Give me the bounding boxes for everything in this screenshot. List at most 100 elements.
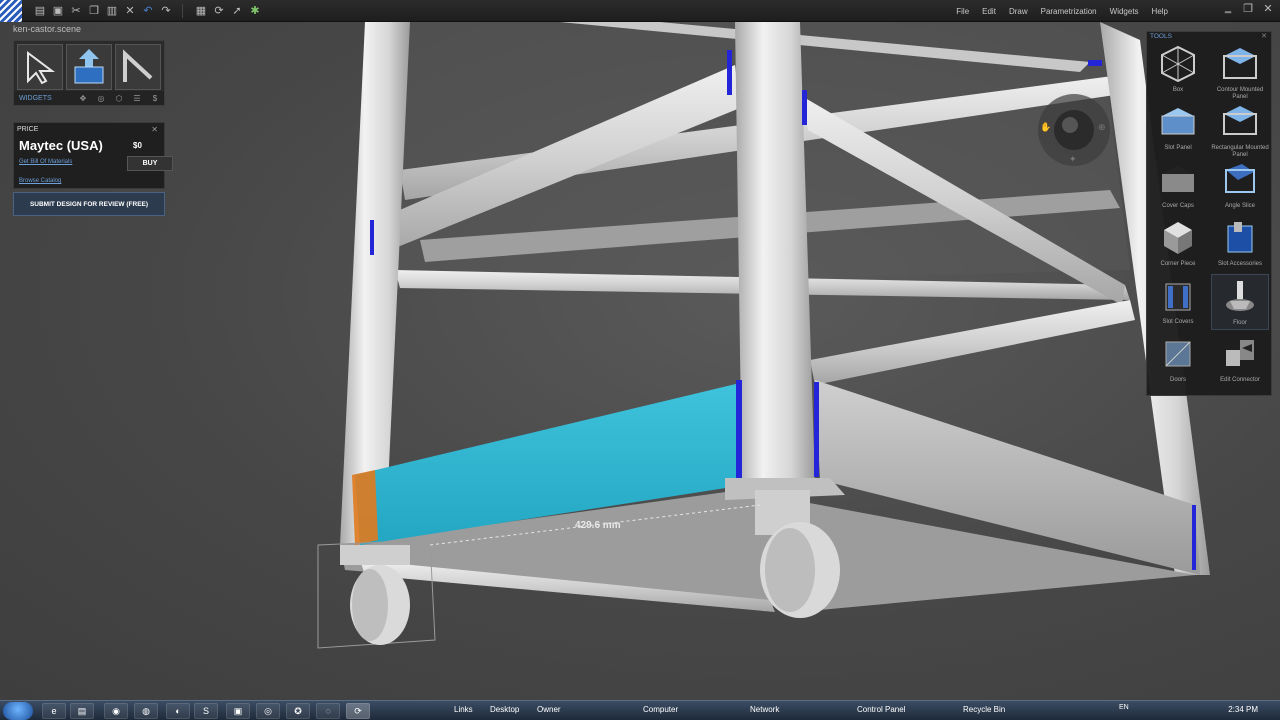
zoom-icon[interactable]: ⊕ (1098, 123, 1106, 133)
close-icon[interactable]: ✕ (151, 125, 158, 134)
tool-box[interactable]: Box (1149, 42, 1207, 98)
menu-draw[interactable]: Draw (1009, 7, 1028, 16)
pointer-icon[interactable]: ➚ (229, 3, 245, 19)
widgets-bar: WIDGETS ✥ ◎ ⬡ ☰ $ (14, 91, 164, 105)
outlook-icon[interactable]: ◎ (256, 703, 280, 719)
cube-small-icon[interactable]: ⬡ (110, 94, 128, 103)
taskbar-desktop[interactable]: Desktop (490, 705, 519, 714)
chat-icon[interactable]: ◌ (316, 703, 340, 719)
tool-label: Contour Mounted Panel (1216, 87, 1264, 100)
dollar-small-icon[interactable]: $ (146, 94, 164, 103)
list-small-icon[interactable]: ☰ (128, 94, 146, 103)
price-header: PRICE (17, 126, 39, 133)
price-panel: PRICE ✕ Maytec (USA) $0 Get Bill Of Mate… (13, 122, 173, 189)
copy-icon[interactable]: ❐ (86, 3, 102, 19)
tool-label: Slot Accessories (1217, 261, 1263, 267)
browse-catalog-link[interactable]: Browse Catalog (19, 178, 61, 184)
box-icon (1161, 45, 1195, 83)
taskbar-recycle-bin[interactable]: Recycle Bin (963, 705, 1005, 714)
browser-icon[interactable]: ◍ (134, 703, 158, 719)
tool-slot-panel[interactable]: Slot Panel (1149, 100, 1207, 156)
submit-design-button[interactable]: SUBMIT DESIGN FOR REVIEW (FREE) (13, 192, 165, 216)
refresh-icon[interactable]: ⟳ (211, 3, 227, 19)
ie-icon[interactable]: e (42, 703, 66, 719)
corner-piece-icon (1164, 222, 1192, 254)
minimize-icon[interactable]: ‗ (1222, 2, 1234, 15)
grid-icon[interactable]: ▦ (193, 3, 209, 19)
app-icon[interactable]: ▣ (226, 703, 250, 719)
tool-label: Corner Piece (1160, 261, 1196, 267)
tool-contour-mounted-panel[interactable]: Contour Mounted Panel (1211, 42, 1269, 100)
slot-panel-icon (1161, 108, 1195, 135)
redo-icon[interactable]: ↷ (158, 3, 174, 19)
orbit-icon[interactable]: ✦ (1069, 155, 1077, 165)
menu-parametrization[interactable]: Parametrization (1041, 7, 1097, 16)
price-amount: $0 (133, 141, 142, 150)
tool-slot-covers[interactable]: Slot Covers (1149, 274, 1207, 330)
tool-label: Doors (1169, 377, 1186, 383)
language-indicator[interactable]: EN (1119, 704, 1129, 711)
tool-rectangular-mounted-panel[interactable]: Rectangular Mounted Panel (1211, 100, 1269, 158)
doors-icon (1165, 341, 1191, 367)
undo-icon[interactable]: ↶ (140, 3, 156, 19)
angle-slice-icon (1225, 164, 1255, 193)
active-app-icon[interactable]: ⟳ (346, 703, 370, 719)
menu-edit[interactable]: Edit (982, 7, 996, 16)
scene-title: ken-castor.scene (13, 24, 82, 34)
explorer-icon[interactable]: ▤ (70, 703, 94, 719)
tool-edit-connector[interactable]: Edit Connector (1211, 332, 1269, 388)
tool-cover-caps[interactable]: Cover Caps (1149, 158, 1207, 214)
settings-icon[interactable]: ✱ (247, 3, 263, 19)
floor-icon (1226, 281, 1254, 311)
buy-button[interactable]: BUY (127, 156, 173, 171)
rotate-small-icon[interactable]: ◎ (92, 94, 110, 103)
tool-label: Angle Slice (1224, 203, 1256, 209)
widgets-label: WIDGETS (19, 94, 52, 102)
tool-label: Floor (1233, 320, 1247, 326)
taskbar-owner[interactable]: Owner (537, 705, 561, 714)
menu-file[interactable]: File (956, 7, 969, 16)
measurement-label: 429.6 mm (575, 520, 621, 531)
cursor-icon (27, 51, 55, 85)
slot-accessories-icon (1227, 222, 1253, 253)
save-icon[interactable]: ▣ (50, 3, 66, 19)
eclipse-icon[interactable]: ◐ (166, 703, 190, 719)
window-controls: ‗ ❐ ✕ (1222, 2, 1274, 15)
move-tool-button[interactable] (66, 44, 112, 90)
cut-icon[interactable]: ✂ (68, 3, 84, 19)
start-button[interactable] (3, 702, 33, 720)
open-icon[interactable]: ▤ (32, 3, 48, 19)
close-icon[interactable]: ✕ (1262, 2, 1274, 15)
bill-of-materials-link[interactable]: Get Bill Of Materials (19, 159, 72, 165)
delete-icon[interactable]: ✕ (122, 3, 138, 19)
pan-icon[interactable]: ✋ (1040, 121, 1051, 133)
chrome-icon[interactable]: ◉ (104, 703, 128, 719)
menu-help[interactable]: Help (1152, 7, 1168, 16)
close-icon[interactable]: ✕ (1261, 32, 1267, 40)
skype-icon[interactable]: S (194, 703, 218, 719)
select-tool-button[interactable] (17, 44, 63, 90)
taskbar-network[interactable]: Network (750, 705, 779, 714)
tool-angle-slice[interactable]: Angle Slice (1211, 158, 1269, 214)
menu-widgets[interactable]: Widgets (1110, 7, 1139, 16)
line-tool-button[interactable] (115, 44, 161, 90)
taskbar-computer[interactable]: Computer (643, 705, 678, 714)
tool-slot-accessories[interactable]: Slot Accessories (1211, 216, 1269, 272)
clock[interactable]: 2:34 PM (1228, 705, 1258, 714)
app-logo (0, 0, 22, 22)
taskbar-links[interactable]: Links (454, 705, 473, 714)
taskbar-control-panel[interactable]: Control Panel (857, 705, 905, 714)
rect-panel-icon (1223, 106, 1257, 135)
tool-floor[interactable]: Floor (1211, 274, 1269, 330)
cover-caps-icon (1162, 166, 1194, 192)
tool-label: Slot Panel (1164, 145, 1192, 151)
move-widget-icon (74, 49, 104, 84)
tool-corner-piece[interactable]: Corner Piece (1149, 216, 1207, 272)
media-icon[interactable]: ✪ (286, 703, 310, 719)
navigation-widget[interactable]: ✋ ⊕ ✦ (1036, 92, 1112, 168)
slot-covers-icon (1165, 283, 1191, 311)
maximize-icon[interactable]: ❐ (1242, 2, 1254, 15)
paste-icon[interactable]: ▥ (104, 3, 120, 19)
move-small-icon[interactable]: ✥ (74, 94, 92, 103)
tool-doors[interactable]: Doors (1149, 332, 1207, 388)
